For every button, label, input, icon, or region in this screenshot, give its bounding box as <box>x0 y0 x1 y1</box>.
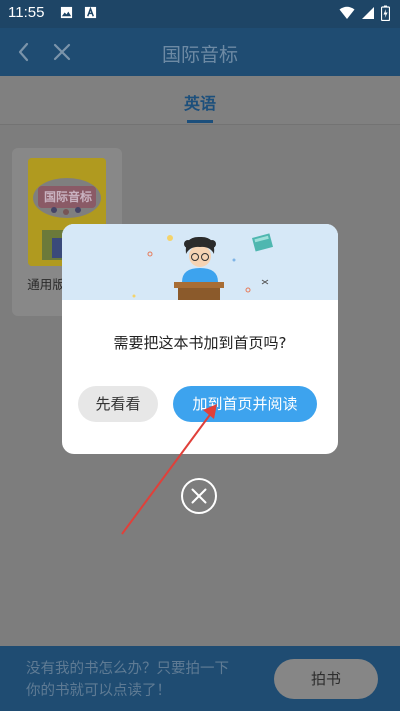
tab-indicator <box>187 120 213 123</box>
battery-charging-icon <box>381 5 390 21</box>
teacher-illustration <box>62 224 338 300</box>
page-title: 国际音标 <box>161 44 238 66</box>
add-and-read-button[interactable]: 加到首页并阅读 <box>173 386 317 422</box>
bottom-bar: 没有我的书怎么办？只要拍一下你的书就可以点读了！ 拍书 <box>0 646 400 711</box>
wifi-icon <box>339 6 355 19</box>
add-book-dialog: 需要把这本书加到首页吗? 先看看 加到首页并阅读 <box>62 224 338 454</box>
close-circle-icon[interactable] <box>180 477 218 515</box>
status-bar: 11:55 <box>0 0 400 28</box>
font-icon <box>84 6 97 19</box>
tab-english[interactable]: 英语 <box>174 90 226 114</box>
book-cover-title: 国际音标 <box>43 190 92 204</box>
tab-bar: 英语 <box>0 76 400 124</box>
status-right-icons <box>339 5 390 21</box>
image-icon <box>60 6 73 19</box>
snap-book-button[interactable]: 拍书 <box>274 659 378 699</box>
divider <box>0 124 400 125</box>
signal-icon <box>362 7 374 19</box>
dialog-message: 需要把这本书加到首页吗? <box>113 334 287 352</box>
status-time: 11:55 <box>8 4 45 21</box>
header-bar: 国际音标 <box>0 28 400 76</box>
look-first-button[interactable]: 先看看 <box>78 386 158 422</box>
bottom-message: 没有我的书怎么办？只要拍一下你的书就可以点读了！ <box>26 661 229 699</box>
